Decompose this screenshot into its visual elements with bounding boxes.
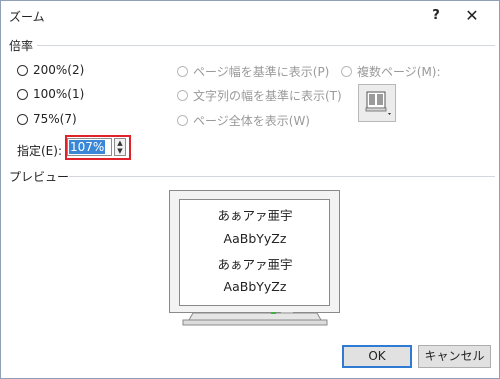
radio-75-circle[interactable] xyxy=(17,113,28,125)
multi-page-icon xyxy=(365,91,391,115)
preview-monitor: あぁアァ亜宇 AaBbYyZz あぁアァ亜宇 AaBbYyZz xyxy=(169,190,341,327)
close-button[interactable]: ✕ xyxy=(461,6,483,26)
radio-200-label: 200%(2) xyxy=(33,63,85,77)
preview-line-2: AaBbYyZz xyxy=(223,231,287,246)
preview-section-label: プレビュー xyxy=(9,170,70,184)
radio-multi-page-label: 複数ページ(M): xyxy=(357,65,441,79)
percent-input[interactable]: 107% xyxy=(67,138,112,156)
radio-multi-page[interactable]: 複数ページ(M): xyxy=(341,63,441,80)
radio-text-width[interactable]: 文字列の幅を基準に表示(T) xyxy=(177,87,342,104)
dialog-title: ズーム xyxy=(9,10,45,24)
percent-label: 指定(E): xyxy=(17,144,62,158)
radio-page-width-label: ページ幅を基準に表示(P) xyxy=(193,65,330,79)
radio-100-circle[interactable] xyxy=(17,88,28,100)
radio-multi-page-circle[interactable] xyxy=(341,66,352,77)
radio-page-width[interactable]: ページ幅を基準に表示(P) xyxy=(177,63,329,80)
radio-100[interactable]: 100%(1) xyxy=(17,87,84,101)
zoom-dialog: ズーム ? ✕ 倍率 200%(2) 100%(1) 75%(7) ページ幅を基… xyxy=(0,0,500,379)
zoom-section-label: 倍率 xyxy=(9,39,34,53)
zoom-section-divider xyxy=(37,45,495,46)
preview-line-4: AaBbYyZz xyxy=(223,279,287,294)
percent-input-value: 107% xyxy=(69,140,106,154)
radio-page-width-circle[interactable] xyxy=(177,66,188,77)
radio-100-label: 100%(1) xyxy=(33,87,85,101)
radio-text-width-circle[interactable] xyxy=(177,90,188,101)
radio-text-width-label: 文字列の幅を基準に表示(T) xyxy=(193,89,342,103)
radio-200[interactable]: 200%(2) xyxy=(17,63,84,77)
radio-whole-page-circle[interactable] xyxy=(177,115,188,126)
ok-button[interactable]: OK xyxy=(342,345,412,368)
radio-75-label: 75%(7) xyxy=(33,112,77,126)
radio-75[interactable]: 75%(7) xyxy=(17,112,77,126)
multi-page-button[interactable] xyxy=(358,84,396,122)
radio-whole-page-label: ページ全体を表示(W) xyxy=(193,114,310,128)
preview-line-1: あぁアァ亜宇 xyxy=(217,208,293,223)
cancel-button[interactable]: キャンセル xyxy=(418,345,491,368)
title-bar: ズーム ? ✕ xyxy=(1,1,499,31)
spin-up-icon[interactable]: ▲ xyxy=(115,139,125,147)
help-button[interactable]: ? xyxy=(425,6,447,26)
radio-200-circle[interactable] xyxy=(17,64,28,76)
percent-spinner[interactable]: ▲ ▼ xyxy=(114,138,126,156)
preview-section-divider xyxy=(69,176,495,177)
preview-line-3: あぁアァ亜宇 xyxy=(217,257,293,272)
radio-whole-page[interactable]: ページ全体を表示(W) xyxy=(177,112,310,129)
spin-down-icon[interactable]: ▼ xyxy=(115,147,125,155)
